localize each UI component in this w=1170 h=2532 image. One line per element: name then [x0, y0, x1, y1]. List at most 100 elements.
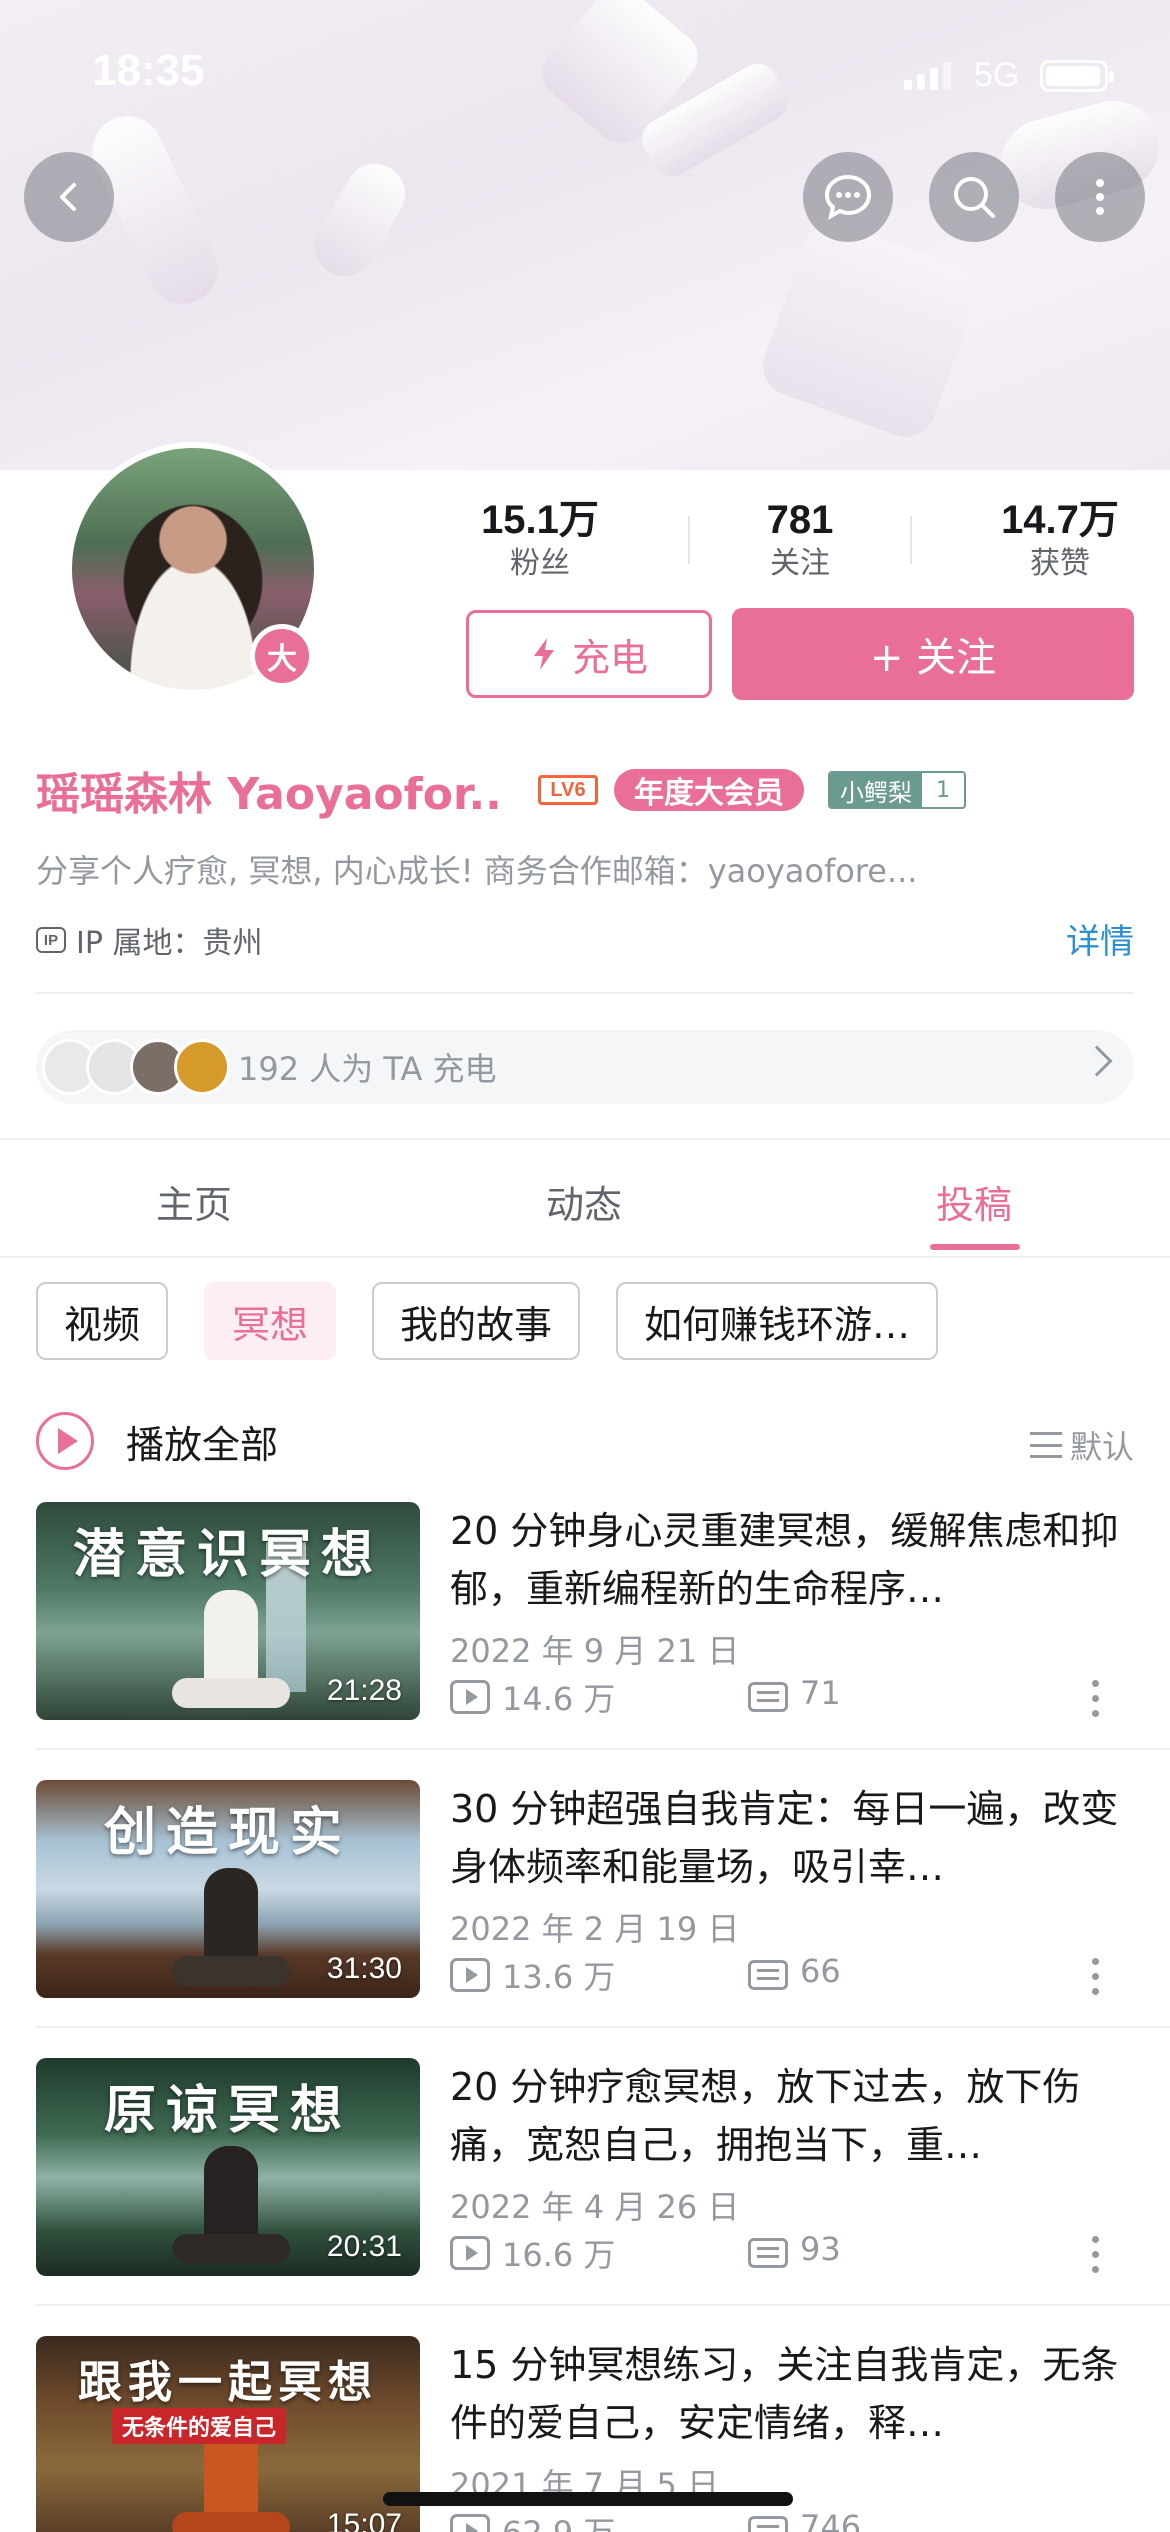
comment-icon — [748, 1682, 788, 1712]
view-count: 13.6 万 — [502, 1958, 616, 1996]
chevron-right-icon — [1081, 1045, 1113, 1077]
banner-decoration — [754, 214, 986, 446]
home-indicator[interactable] — [383, 2492, 793, 2506]
video-duration: 31:30 — [326, 1952, 402, 1985]
tab-dynamics[interactable]: 动态 — [434, 1174, 734, 1229]
user-name: 瑶瑶森林 Yaoyaofor... — [36, 769, 506, 820]
video-thumbnail[interactable]: 原谅冥想 20:31 — [36, 2058, 420, 2276]
profile-tabs: 主页 动态 投稿 — [0, 1140, 1170, 1258]
divider — [910, 516, 912, 564]
thumbnail-title: 创造现实 — [103, 1803, 352, 1863]
thumbnail-title: 原谅冥想 — [103, 2081, 352, 2141]
stat-fans[interactable]: 15.1万 粉丝 — [440, 496, 640, 584]
comment-count: 93 — [800, 2230, 841, 2268]
video-title: 20 分钟疗愈冥想，放下过去，放下伤痛，宽恕自己，拥抱当下，重… — [450, 2065, 1081, 2167]
details-link[interactable]: 详情 — [1066, 914, 1134, 963]
charge-count-text: 192 人为 TA 充电 — [238, 1050, 497, 1088]
more-vertical-icon[interactable] — [1092, 2236, 1099, 2276]
stat-label: 获赞 — [1030, 546, 1090, 581]
video-date: 2022 年 4 月 26 日 — [450, 2188, 740, 2226]
video-meta: 62.9 万 746 — [450, 2508, 1140, 2532]
medal-name: 小鳄梨 — [830, 773, 922, 807]
active-tab-indicator — [930, 1244, 1020, 1250]
thumbnail-title: 跟我一起冥想 — [78, 2357, 378, 2408]
follow-button[interactable]: + 关注 — [732, 608, 1134, 700]
video-meta: 14.6 万 71 — [450, 1674, 1140, 1720]
stat-label: 关注 — [770, 546, 830, 581]
level-badge: LV6 — [538, 775, 598, 805]
video-meta: 13.6 万 66 — [450, 1952, 1140, 1998]
more-vertical-icon[interactable] — [1092, 1958, 1099, 1998]
thumbnail-subtitle: 无条件的爱自己 — [112, 2408, 287, 2444]
stat-value: 14.7万 — [1001, 498, 1119, 542]
charge-label: 充电 — [571, 635, 648, 680]
video-date: 2022 年 2 月 19 日 — [450, 1910, 740, 1948]
meditating-figure — [172, 1956, 290, 1986]
play-count-icon — [450, 2514, 490, 2532]
play-all-icon[interactable] — [36, 1412, 94, 1470]
sort-button[interactable]: 默认 — [1029, 1422, 1134, 1468]
meditating-figure — [172, 1678, 290, 1708]
thumbnail-title: 潜意识冥想 — [72, 1525, 383, 1585]
supporter-avatar — [174, 1039, 230, 1095]
more-options-button[interactable] — [1055, 152, 1145, 242]
network-type: 5G — [974, 56, 1020, 94]
video-thumbnail[interactable]: 跟我一起冥想 无条件的爱自己 15:07 — [36, 2336, 420, 2532]
status-bar: 18:35 5G — [0, 0, 1170, 130]
message-button[interactable] — [803, 152, 893, 242]
play-count-icon — [450, 2236, 490, 2270]
comment-icon — [748, 2516, 788, 2532]
play-count-icon — [450, 1680, 490, 1714]
chip-meditation[interactable]: 冥想 — [204, 1282, 337, 1360]
video-duration: 15:07 — [326, 2508, 402, 2532]
video-duration: 20:31 — [326, 2230, 402, 2263]
chip-video[interactable]: 视频 — [36, 1282, 169, 1360]
video-item[interactable]: 潜意识冥想 21:28 20 分钟身心灵重建冥想，缓解焦虑和抑郁，重新编程新的生… — [0, 1502, 1170, 1782]
vip-tag[interactable]: 年度大会员 — [614, 769, 804, 811]
meditating-figure — [172, 2234, 290, 2264]
status-time: 18:35 — [92, 46, 205, 95]
banner-decoration — [304, 153, 416, 287]
video-thumbnail[interactable]: 创造现实 31:30 — [36, 1780, 420, 1998]
search-button[interactable] — [929, 152, 1019, 242]
more-vertical-icon — [1096, 179, 1104, 215]
chip-travel-money[interactable]: 如何赚钱环游… — [616, 1282, 939, 1360]
comment-count: 66 — [800, 1952, 841, 1990]
comment-icon — [748, 2238, 788, 2268]
stat-value: 15.1万 — [481, 498, 599, 542]
stats-row: 15.1万 粉丝 781 关注 14.7万 获赞 — [440, 496, 1140, 586]
stat-likes[interactable]: 14.7万 获赞 — [960, 496, 1160, 584]
tab-home[interactable]: 主页 — [44, 1174, 344, 1229]
divider — [36, 992, 1134, 994]
view-count: 14.6 万 — [502, 1680, 616, 1718]
lightning-icon — [533, 638, 554, 670]
meditating-figure — [172, 2512, 290, 2532]
divider — [36, 2304, 1170, 2306]
comment-icon — [748, 1960, 788, 1990]
back-button[interactable] — [24, 152, 114, 242]
video-title: 20 分钟身心灵重建冥想，缓解焦虑和抑郁，重新编程新的生命程序… — [450, 1509, 1119, 1611]
video-title: 15 分钟冥想练习，关注自我肯定，无条件的爱自己，安定情绪，释… — [450, 2343, 1119, 2445]
sort-label: 默认 — [1069, 1428, 1134, 1466]
divider — [688, 516, 690, 564]
stat-following[interactable]: 781 关注 — [700, 496, 900, 584]
back-arrow-icon — [60, 183, 76, 211]
chat-bubble-icon — [824, 174, 872, 220]
ip-location-text: IP 属地：贵州 — [76, 926, 263, 961]
video-thumbnail[interactable]: 潜意识冥想 21:28 — [36, 1502, 420, 1720]
charge-supporters-strip[interactable]: 192 人为 TA 充电 — [36, 1030, 1134, 1104]
video-duration: 21:28 — [326, 1674, 402, 1707]
charge-button[interactable]: 充电 — [466, 610, 712, 698]
video-item[interactable]: 创造现实 31:30 30 分钟超强自我肯定：每日一遍，改变身体频率和能量场，吸… — [0, 1780, 1170, 2060]
tab-uploads[interactable]: 投稿 — [824, 1174, 1124, 1229]
fan-medal[interactable]: 小鳄梨 1 — [828, 771, 966, 809]
play-all-row: 播放全部 默认 — [36, 1410, 1134, 1472]
more-vertical-icon[interactable] — [1092, 1680, 1099, 1720]
comment-count: 71 — [800, 1674, 841, 1712]
play-all-button[interactable]: 播放全部 — [126, 1414, 278, 1469]
chip-my-story[interactable]: 我的故事 — [372, 1282, 581, 1360]
view-count: 62.9 万 — [502, 2508, 615, 2532]
divider — [36, 2026, 1170, 2028]
signal-icon — [904, 60, 951, 90]
video-item[interactable]: 原谅冥想 20:31 20 分钟疗愈冥想，放下过去，放下伤痛，宽恕自己，拥抱当下… — [0, 2058, 1170, 2338]
